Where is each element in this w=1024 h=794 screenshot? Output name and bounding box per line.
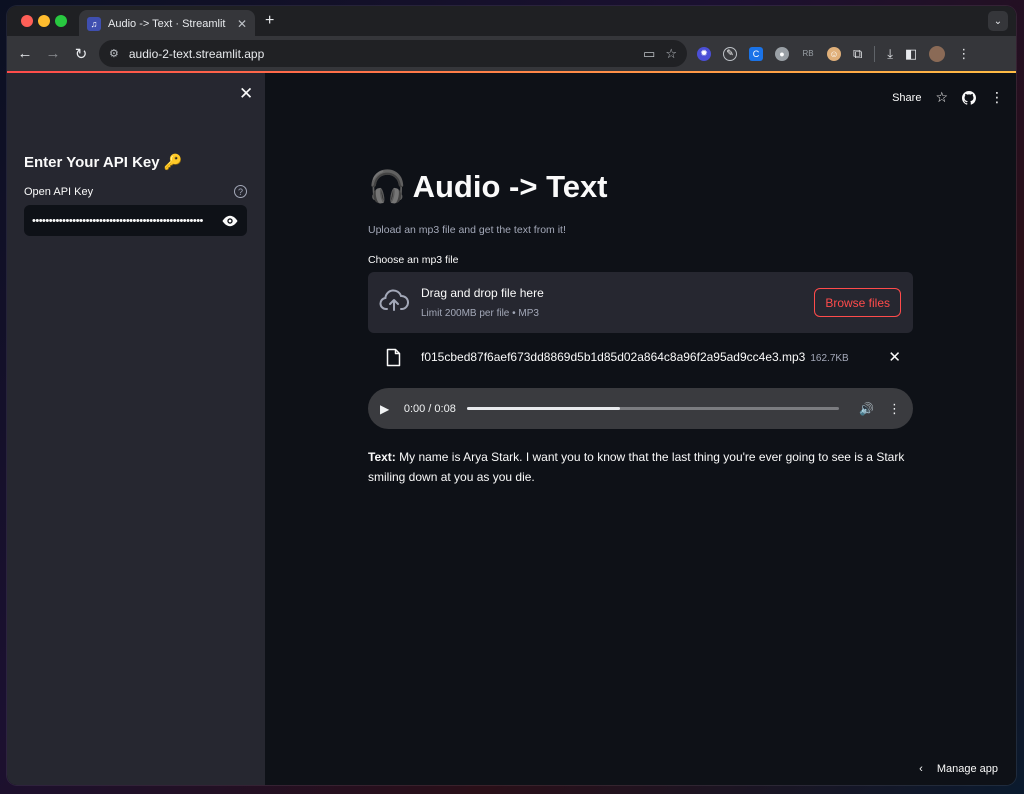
audio-player: ▶ 0:00 / 0:08 🔊 ⋮ xyxy=(368,388,913,429)
url-text[interactable]: audio-2-text.streamlit.app xyxy=(129,47,633,61)
uploaded-file: f015cbed87f6aef673dd8869d5b1d85d02a864c8… xyxy=(421,350,849,364)
extension-pen-icon[interactable]: ✎ xyxy=(723,46,737,61)
streamlit-app: ✕ Enter Your API Key 🔑 Open API Key ? ••… xyxy=(7,73,1016,785)
browse-files-button[interactable]: Browse files xyxy=(814,288,901,317)
extension-gear-icon[interactable]: ✹ xyxy=(697,46,711,61)
browser-window: ♫ Audio -> Text · Streamlit ✕ + ⌄ ← → ↻ … xyxy=(7,6,1016,785)
remove-file-icon[interactable]: ✕ xyxy=(888,348,901,366)
uploaded-file-name: f015cbed87f6aef673dd8869d5b1d85d02a864c8… xyxy=(421,350,806,364)
download-icon[interactable]: ⤓ xyxy=(887,46,893,62)
sidebar-title-text: Enter Your API Key xyxy=(24,154,160,171)
site-info-icon[interactable]: ⚙ xyxy=(109,47,119,60)
upload-cloud-icon xyxy=(379,289,409,311)
address-bar[interactable]: ⚙ audio-2-text.streamlit.app ▭ ☆ xyxy=(99,40,687,67)
browser-toolbar: ← → ↻ ⚙ audio-2-text.streamlit.app ▭ ☆ ✹… xyxy=(7,36,1016,71)
dropzone-instructions: Drag and drop file here xyxy=(421,286,544,300)
transcript-content: My name is Arya Stark. I want you to kno… xyxy=(368,450,905,484)
maximize-window-button[interactable] xyxy=(55,15,67,27)
profile-avatar[interactable] xyxy=(929,45,946,62)
audio-options-icon[interactable]: ⋮ xyxy=(888,401,901,417)
dropzone-limit: Limit 200MB per file • MP3 xyxy=(421,308,539,319)
audio-time: 0:00 / 0:08 xyxy=(403,402,456,415)
uploader-label: Choose an mp3 file xyxy=(368,254,459,266)
extensions-puzzle-icon[interactable]: ⧉ xyxy=(853,46,862,62)
api-key-masked-value[interactable]: ••••••••••••••••••••••••••••••••••••••••… xyxy=(32,215,215,227)
new-tab-button[interactable]: + xyxy=(265,12,274,30)
file-dropzone[interactable]: Drag and drop file here Limit 200MB per … xyxy=(368,272,913,333)
extension-rb-icon[interactable]: RB xyxy=(801,47,815,61)
page-title: 🎧 Audio -> Text xyxy=(368,168,608,205)
file-icon xyxy=(386,348,401,367)
forward-arrow-icon[interactable]: → xyxy=(39,45,67,62)
manage-app-label: Manage app xyxy=(936,763,998,775)
toolbar-divider xyxy=(874,45,876,62)
audio-seek-progress xyxy=(467,407,620,410)
extension-c-icon[interactable]: C xyxy=(749,46,763,61)
transcript-text: Text: My name is Arya Stark. I want you … xyxy=(368,447,913,487)
side-panel-icon[interactable]: ◧ xyxy=(905,46,917,62)
tab-search-chevron-icon[interactable]: ⌄ xyxy=(988,11,1008,31)
api-key-label: Open API Key xyxy=(24,186,94,198)
tab-strip: ♫ Audio -> Text · Streamlit ✕ + ⌄ xyxy=(7,6,1016,38)
share-button[interactable]: Share xyxy=(892,92,921,104)
play-icon[interactable]: ▶ xyxy=(380,402,400,416)
app-toolbar: Share ☆ ⋮ xyxy=(892,89,1004,106)
extension-face-icon[interactable]: ☺ xyxy=(827,46,841,61)
page-caption: Upload an mp3 file and get the text from… xyxy=(368,224,566,236)
app-menu-icon[interactable]: ⋮ xyxy=(990,89,1004,106)
manage-app-button[interactable]: ‹ Manage app xyxy=(919,763,998,775)
sidebar-close-icon[interactable]: ✕ xyxy=(239,84,253,104)
close-window-button[interactable] xyxy=(21,15,33,27)
show-password-eye-icon[interactable] xyxy=(221,215,239,227)
page-title-text: Audio -> Text xyxy=(412,169,608,204)
streamlit-favicon-icon: ♫ xyxy=(87,17,101,31)
install-app-icon[interactable]: ▭ xyxy=(643,46,655,62)
favorite-star-icon[interactable]: ☆ xyxy=(935,89,948,106)
reload-icon[interactable]: ↻ xyxy=(67,45,95,63)
chevron-left-icon: ‹ xyxy=(919,763,923,775)
audio-seek-bar[interactable] xyxy=(467,407,840,410)
tab-close-icon[interactable]: ✕ xyxy=(237,17,247,31)
bookmark-star-icon[interactable]: ☆ xyxy=(665,46,677,62)
github-icon[interactable] xyxy=(962,90,976,105)
volume-icon[interactable]: 🔊 xyxy=(859,402,874,416)
api-key-input[interactable]: ••••••••••••••••••••••••••••••••••••••••… xyxy=(24,205,247,236)
headphones-icon: 🎧 xyxy=(368,169,407,204)
help-tooltip-icon[interactable]: ? xyxy=(234,185,247,198)
key-icon: 🔑 xyxy=(163,154,183,171)
minimize-window-button[interactable] xyxy=(38,15,50,27)
tab-title: Audio -> Text · Streamlit xyxy=(108,18,226,30)
sidebar: ✕ Enter Your API Key 🔑 Open API Key ? ••… xyxy=(7,73,265,785)
back-arrow-icon[interactable]: ← xyxy=(11,45,39,62)
sidebar-title: Enter Your API Key 🔑 xyxy=(24,153,182,171)
extensions-area: ✹ ✎ C ● RB ☺ ⧉ ⤓ ◧ ⋮ xyxy=(697,36,970,71)
uploaded-file-size: 162.7KB xyxy=(810,353,849,364)
transcript-label: Text: xyxy=(368,450,396,464)
extension-circle-icon[interactable]: ● xyxy=(775,46,789,61)
browser-tab[interactable]: ♫ Audio -> Text · Streamlit ✕ xyxy=(79,10,255,38)
browser-menu-icon[interactable]: ⋮ xyxy=(957,46,970,62)
